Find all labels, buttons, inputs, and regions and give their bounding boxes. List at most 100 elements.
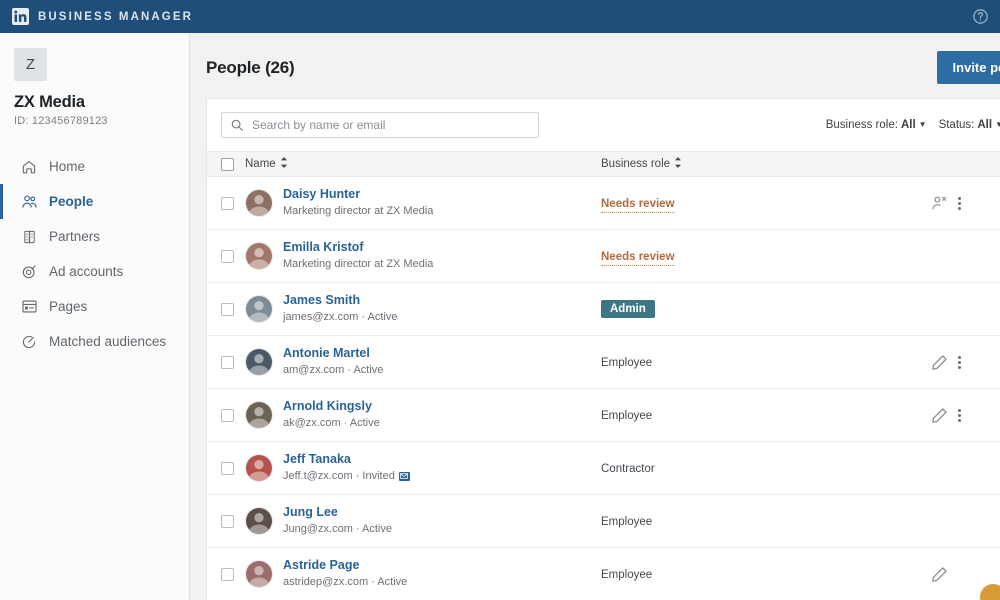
avatar: [245, 188, 273, 217]
person-cell: Jung Lee Jung@zx.com · Active: [245, 495, 601, 548]
business-role-cell: Admin: [601, 283, 931, 336]
person-cell: Daisy Hunter Marketing director at ZX Med…: [245, 177, 601, 230]
sidebar-item-people[interactable]: People: [0, 184, 189, 219]
sidebar-item-label: Ad accounts: [49, 264, 124, 279]
row-select-cell: [207, 177, 245, 230]
row-checkbox[interactable]: [221, 249, 234, 263]
brand-title: BUSINESS MANAGER: [38, 10, 194, 23]
business-role-cell: Needs review: [601, 177, 931, 230]
person-name-link[interactable]: Jung Lee: [283, 505, 338, 519]
person-cell: Astride Page astridep@zx.com · Active: [245, 548, 601, 600]
business-role-column-header: Business role: [601, 151, 931, 177]
table-header: Name Business role: [207, 151, 1000, 177]
row-select-cell: [207, 230, 245, 283]
sidebar-item-label: Pages: [49, 299, 88, 314]
overflow-dots-icon[interactable]: [958, 408, 961, 422]
column-label: Business role: [601, 158, 671, 170]
business-role-cell: Employee: [601, 548, 931, 600]
role-text: Employee: [601, 569, 653, 581]
edit-pencil-icon[interactable]: [931, 566, 948, 583]
row-checkbox[interactable]: [221, 302, 234, 316]
table-row: James Smith james@zx.com · Active Admin: [207, 283, 1000, 336]
actions-column-header: [931, 151, 1000, 177]
filter-value: All: [977, 119, 993, 131]
filter-status[interactable]: Status: All ▼: [939, 119, 1000, 131]
remove-person-icon[interactable]: [931, 195, 948, 212]
person-subtitle: Marketing director at ZX Media: [283, 204, 434, 217]
help-circle-icon[interactable]: [972, 8, 989, 25]
avatar: [245, 294, 273, 323]
filter-group: Business role: All ▼ Status: All ▼: [826, 119, 1000, 131]
chevron-down-icon: ▼: [995, 120, 1000, 129]
person-cell: Jeff Tanaka Jeff.t@zx.com · Invited: [245, 442, 601, 495]
row-actions: [931, 407, 1000, 424]
sort-by-name[interactable]: Name: [245, 157, 288, 171]
row-checkbox[interactable]: [221, 408, 234, 422]
role-text: Employee: [601, 410, 653, 422]
select-all-checkbox[interactable]: [221, 157, 234, 171]
person: James Smith james@zx.com · Active: [245, 293, 601, 325]
column-label: Name: [245, 158, 276, 170]
role-text: Contractor: [601, 463, 655, 475]
needs-review-link[interactable]: Needs review: [601, 198, 675, 213]
person-name-link[interactable]: James Smith: [283, 293, 360, 307]
sidebar-item-pages[interactable]: Pages: [0, 289, 189, 324]
person-name-link[interactable]: Antonie Martel: [283, 346, 370, 360]
building-icon: [20, 228, 38, 246]
filter-toolbar: Business role: All ▼ Status: All ▼: [207, 99, 1000, 151]
avatar: [245, 453, 273, 482]
sidebar-item-label: Home: [49, 159, 86, 174]
avatar: [245, 559, 273, 588]
sort-by-business-role[interactable]: Business role: [601, 157, 682, 171]
filter-business-role[interactable]: Business role: All ▼: [826, 119, 927, 131]
sidebar-item-ad-accounts[interactable]: Ad accounts: [0, 254, 189, 289]
sidebar-item-home[interactable]: Home: [0, 149, 189, 184]
overflow-dots-icon[interactable]: [958, 355, 961, 369]
business-role-cell: Employee: [601, 495, 931, 548]
avatar: [245, 506, 273, 535]
sort-arrows-icon: [280, 157, 288, 171]
person-name-link[interactable]: Jeff Tanaka: [283, 452, 351, 466]
person: Arnold Kingsly ak@zx.com · Active: [245, 399, 601, 431]
invited-envelope-icon: [398, 471, 410, 481]
business-role-cell: Contractor: [601, 442, 931, 495]
row-checkbox[interactable]: [221, 196, 234, 210]
page-header: People (26) Invite people: [190, 33, 1000, 98]
row-select-cell: [207, 495, 245, 548]
person-name-link[interactable]: Emilla Kristof: [283, 240, 364, 254]
person-name-link[interactable]: Arnold Kingsly: [283, 399, 372, 413]
person-cell: Arnold Kingsly ak@zx.com · Active: [245, 389, 601, 442]
edit-pencil-icon[interactable]: [931, 407, 948, 424]
needs-review-link[interactable]: Needs review: [601, 251, 675, 266]
row-actions-cell: [931, 495, 1000, 548]
filter-label: Status:: [938, 119, 975, 131]
search-input[interactable]: [221, 112, 539, 138]
business-role-cell: Needs review: [601, 230, 931, 283]
sidebar-item-matched-audiences[interactable]: Matched audiences: [0, 324, 189, 359]
person-subtitle: Marketing director at ZX Media: [283, 257, 434, 270]
person-cell: Emilla Kristof Marketing director at ZX M…: [245, 230, 601, 283]
search-icon: [230, 118, 244, 132]
table-row: Emilla Kristof Marketing director at ZX M…: [207, 230, 1000, 283]
avatar: [245, 241, 273, 270]
row-checkbox[interactable]: [221, 567, 234, 581]
sidebar-item-label: Matched audiences: [49, 334, 167, 349]
row-checkbox[interactable]: [221, 461, 234, 475]
row-select-cell: [207, 389, 245, 442]
role-text: Employee: [601, 516, 653, 528]
row-actions: [931, 354, 1000, 371]
edit-pencil-icon[interactable]: [931, 354, 948, 371]
person: Jeff Tanaka Jeff.t@zx.com · Invited: [245, 452, 601, 484]
person-name-link[interactable]: Daisy Hunter: [283, 187, 360, 201]
row-checkbox[interactable]: [221, 514, 234, 528]
filter-label: Business role:: [825, 119, 898, 131]
row-select-cell: [207, 548, 245, 600]
person-name-link[interactable]: Astride Page: [283, 558, 359, 572]
sidebar-item-partners[interactable]: Partners: [0, 219, 189, 254]
row-checkbox[interactable]: [221, 355, 234, 369]
sort-arrows-icon: [674, 157, 682, 171]
invite-people-button[interactable]: Invite people: [936, 51, 1000, 84]
search-box: [221, 112, 539, 138]
overflow-dots-icon[interactable]: [958, 196, 961, 210]
person-subtitle: Jung@zx.com · Active: [283, 522, 392, 535]
